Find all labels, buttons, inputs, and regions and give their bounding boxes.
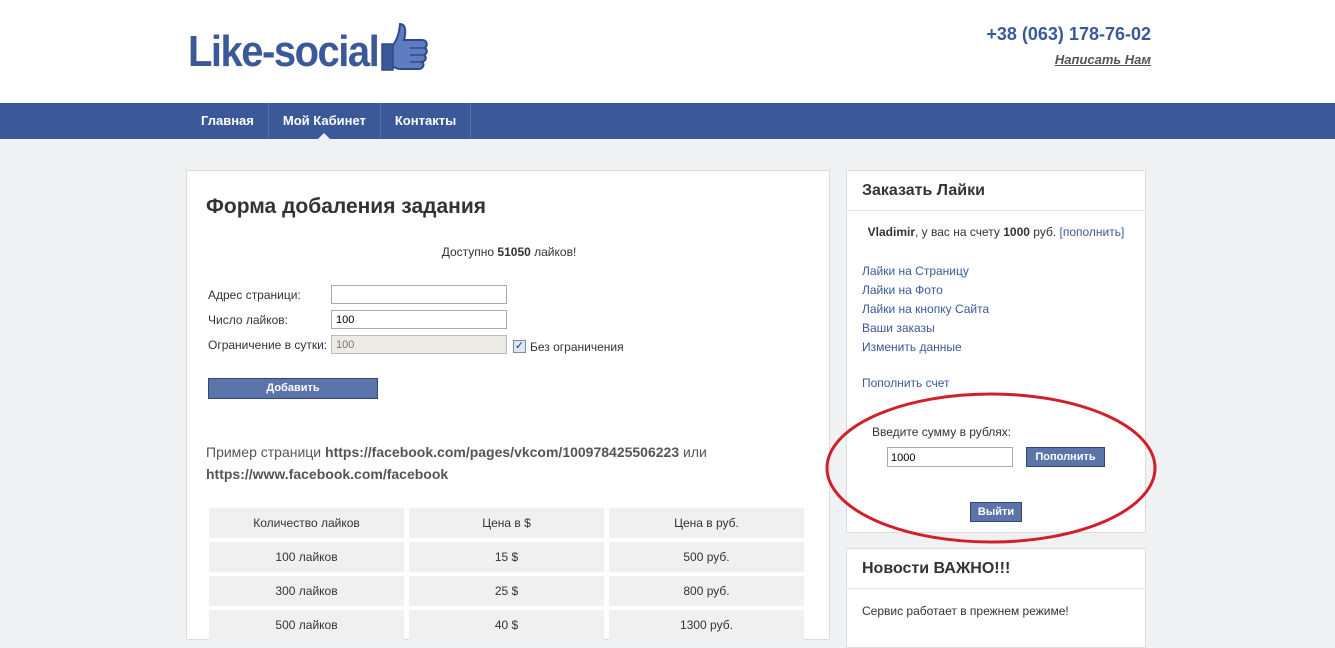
no-limit-label: Без ограничения <box>530 340 624 354</box>
table-header-cell: Цена в руб. <box>609 508 804 538</box>
account-balance: Vladimir, у вас на счету 1000 руб. [попо… <box>847 225 1145 239</box>
example-url-1: https://facebook.com/pages/vkcom/1009784… <box>325 444 680 460</box>
example-prefix: Пример страници <box>206 444 326 460</box>
example-or: или <box>679 444 707 460</box>
table-cell: 500 лайков <box>209 610 404 640</box>
table-row: 300 лайков 25 $ 800 руб. <box>209 576 804 606</box>
example-url-2: https://www.facebook.com/facebook <box>206 466 449 482</box>
table-cell: 1300 руб. <box>609 610 804 640</box>
refill-account-link[interactable]: Пополнить счет <box>862 376 950 390</box>
daily-limit-label: Ограничение в сутки: <box>208 338 328 352</box>
available-suffix: лайков! <box>530 245 577 259</box>
news-text: Сервис работает в прежнем режиме! <box>862 604 1069 618</box>
nav-item-cabinet[interactable]: Мой Кабинет <box>269 103 381 139</box>
likes-count-label: Число лайков: <box>208 313 288 327</box>
available-count: 51050 <box>497 245 531 259</box>
site-header: Like-social +38 (063) 178-76-02 Написать… <box>0 0 1335 103</box>
table-row: 100 лайков 15 $ 500 руб. <box>209 542 804 572</box>
example-text: Пример страници https://facebook.com/pag… <box>206 441 806 485</box>
balance-text-1: , у вас на счету <box>915 225 1004 239</box>
table-cell: 25 $ <box>409 576 604 606</box>
task-form-panel: Форма добаления задания Доступно 51050 л… <box>186 170 830 640</box>
form-title: Форма добаления задания <box>206 195 487 218</box>
logo-text: Like-social <box>188 28 380 76</box>
sidebar-link-site-button-likes[interactable]: Лайки на кнопку Сайта <box>862 300 989 319</box>
table-cell: 15 $ <box>409 542 604 572</box>
order-likes-title: Заказать Лайки <box>847 171 1145 211</box>
refill-bracket-link[interactable]: [пополнить] <box>1060 225 1125 239</box>
sidebar-links: Лайки на Страницу Лайки на Фото Лайки на… <box>862 262 989 357</box>
page-address-label: Адрес страници: <box>208 288 301 302</box>
write-us-link[interactable]: Написать Нам <box>1055 52 1151 67</box>
sidebar-link-page-likes[interactable]: Лайки на Страницу <box>862 262 989 281</box>
site-logo[interactable]: Like-social <box>188 22 430 78</box>
table-row: 500 лайков 40 $ 1300 руб. <box>209 610 804 640</box>
news-title: Новости ВАЖНО!!! <box>847 549 1145 589</box>
annotation-ellipse <box>825 392 1157 544</box>
phone-number: +38 (063) 178-76-02 <box>986 24 1151 44</box>
daily-limit-input[interactable]: 100 <box>331 335 507 354</box>
user-name: Vladimir <box>867 225 915 239</box>
table-cell: 500 руб. <box>609 542 804 572</box>
table-header-cell: Цена в $ <box>409 508 604 538</box>
price-table: Количество лайков Цена в $ Цена в руб. 1… <box>209 508 804 644</box>
sidebar-link-photo-likes[interactable]: Лайки на Фото <box>862 281 989 300</box>
main-nav: Главная Мой Кабинет Контакты <box>0 103 1335 139</box>
table-header-row: Количество лайков Цена в $ Цена в руб. <box>209 508 804 538</box>
likes-count-input[interactable]: 100 <box>331 310 507 329</box>
nav-item-home[interactable]: Главная <box>187 103 269 139</box>
add-button[interactable]: Добавить <box>208 378 378 399</box>
table-cell: 800 руб. <box>609 576 804 606</box>
news-panel: Новости ВАЖНО!!! Сервис работает в прежн… <box>846 548 1146 648</box>
available-prefix: Доступно <box>441 245 498 259</box>
table-cell: 100 лайков <box>209 542 404 572</box>
page-address-input[interactable] <box>331 285 507 304</box>
table-cell: 40 $ <box>409 610 604 640</box>
balance-amount: 1000 <box>1003 225 1030 239</box>
no-limit-checkbox[interactable]: ✓ <box>513 340 526 353</box>
balance-text-2: руб. <box>1029 225 1060 239</box>
table-header-cell: Количество лайков <box>209 508 404 538</box>
nav-item-contacts[interactable]: Контакты <box>381 103 472 139</box>
table-cell: 300 лайков <box>209 576 404 606</box>
thumbs-up-icon <box>381 22 429 71</box>
sidebar-link-orders[interactable]: Ваши заказы <box>862 319 989 338</box>
sidebar-link-edit-data[interactable]: Изменить данные <box>862 338 989 357</box>
available-likes: Доступно 51050 лайков! <box>187 245 831 259</box>
